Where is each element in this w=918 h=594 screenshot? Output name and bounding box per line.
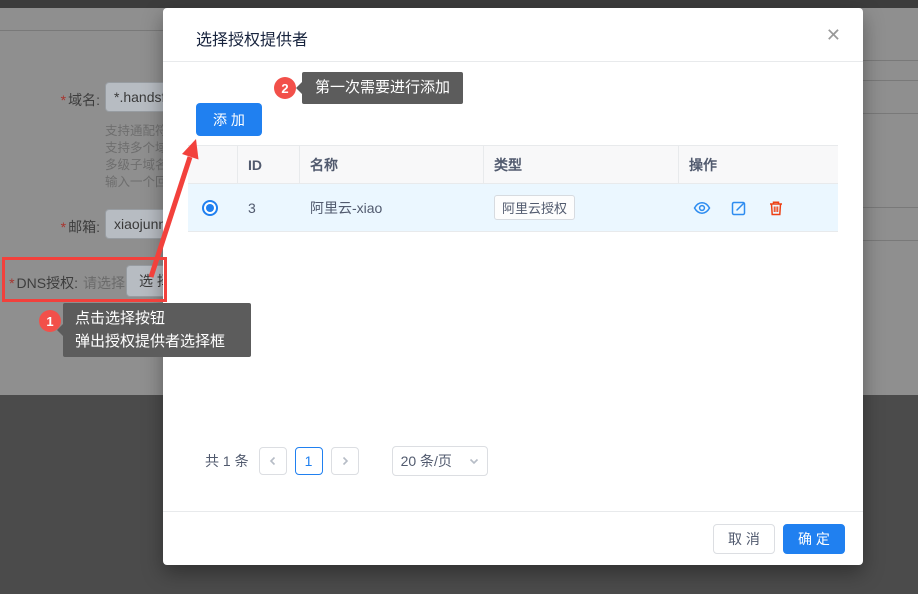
prev-page-button[interactable] xyxy=(259,447,287,475)
email-label: *邮箱: xyxy=(4,217,100,237)
row-radio-selected[interactable] xyxy=(202,200,218,216)
annotation-step1-badge: 1 xyxy=(39,310,61,332)
table-header-type: 类型 xyxy=(484,146,679,183)
table-header-row: ID 名称 类型 操作 xyxy=(188,145,838,184)
close-icon[interactable]: ✕ xyxy=(826,24,841,46)
page-size-value: 20 条/页 xyxy=(401,451,452,471)
page-number-button[interactable]: 1 xyxy=(295,447,323,475)
table-header-actions: 操作 xyxy=(679,146,838,183)
cancel-button[interactable]: 取 消 xyxy=(713,524,775,554)
bg-divider xyxy=(863,207,918,208)
annotation-step2-tooltip: 第一次需要进行添加 xyxy=(302,72,463,104)
row-type-cell: 阿里云授权 xyxy=(484,195,679,220)
top-bar xyxy=(0,0,918,8)
annotation-step1-tooltip: 点击选择按钮 弹出授权提供者选择框 xyxy=(63,303,251,357)
required-mark: * xyxy=(61,219,66,235)
select-provider-modal: 选择授权提供者 ✕ 添 加 ID 名称 类型 操作 3 阿里云-xiao 阿里云… xyxy=(163,8,863,565)
table-header-radio xyxy=(188,146,238,183)
screen: *域名: *.handsfree 支持通配符域名 支持多个域名、 多级子域名要分… xyxy=(0,0,918,594)
row-radio-cell xyxy=(188,200,238,216)
next-page-button[interactable] xyxy=(331,447,359,475)
page-size-select[interactable]: 20 条/页 xyxy=(392,446,488,476)
table-header-name: 名称 xyxy=(300,146,484,183)
required-mark: * xyxy=(61,92,66,108)
annotation-step1-line2: 弹出授权提供者选择框 xyxy=(75,330,239,353)
domain-label: *域名: xyxy=(4,90,100,110)
bg-divider xyxy=(863,60,918,61)
pagination: 共 1 条 1 20 条/页 xyxy=(205,446,488,476)
modal-header: 选择授权提供者 ✕ xyxy=(163,8,863,62)
modal-title: 选择授权提供者 xyxy=(196,26,308,50)
row-id-cell: 3 xyxy=(238,200,300,216)
row-actions-cell xyxy=(679,199,838,217)
add-button[interactable]: 添 加 xyxy=(196,103,262,136)
radio-dot xyxy=(206,204,214,212)
bg-divider xyxy=(863,240,918,241)
pagination-total: 共 1 条 xyxy=(205,451,249,471)
delete-icon[interactable] xyxy=(767,199,785,217)
table-row[interactable]: 3 阿里云-xiao 阿里云授权 xyxy=(188,184,838,232)
modal-footer: 取 消 确 定 xyxy=(163,511,863,565)
annotation-highlight-box xyxy=(2,257,167,302)
confirm-button[interactable]: 确 定 xyxy=(783,524,845,554)
annotation-step1-line1: 点击选择按钮 xyxy=(75,307,239,330)
annotation-step2-badge: 2 xyxy=(274,77,296,99)
edit-icon[interactable] xyxy=(730,199,748,217)
bg-divider xyxy=(863,113,918,114)
provider-table: ID 名称 类型 操作 3 阿里云-xiao 阿里云授权 xyxy=(188,145,838,232)
row-name-cell: 阿里云-xiao xyxy=(300,198,484,218)
table-header-id: ID xyxy=(238,146,300,183)
view-icon[interactable] xyxy=(693,199,711,217)
chevron-down-icon xyxy=(469,456,479,466)
type-tag: 阿里云授权 xyxy=(494,195,575,220)
bg-divider xyxy=(863,80,918,81)
